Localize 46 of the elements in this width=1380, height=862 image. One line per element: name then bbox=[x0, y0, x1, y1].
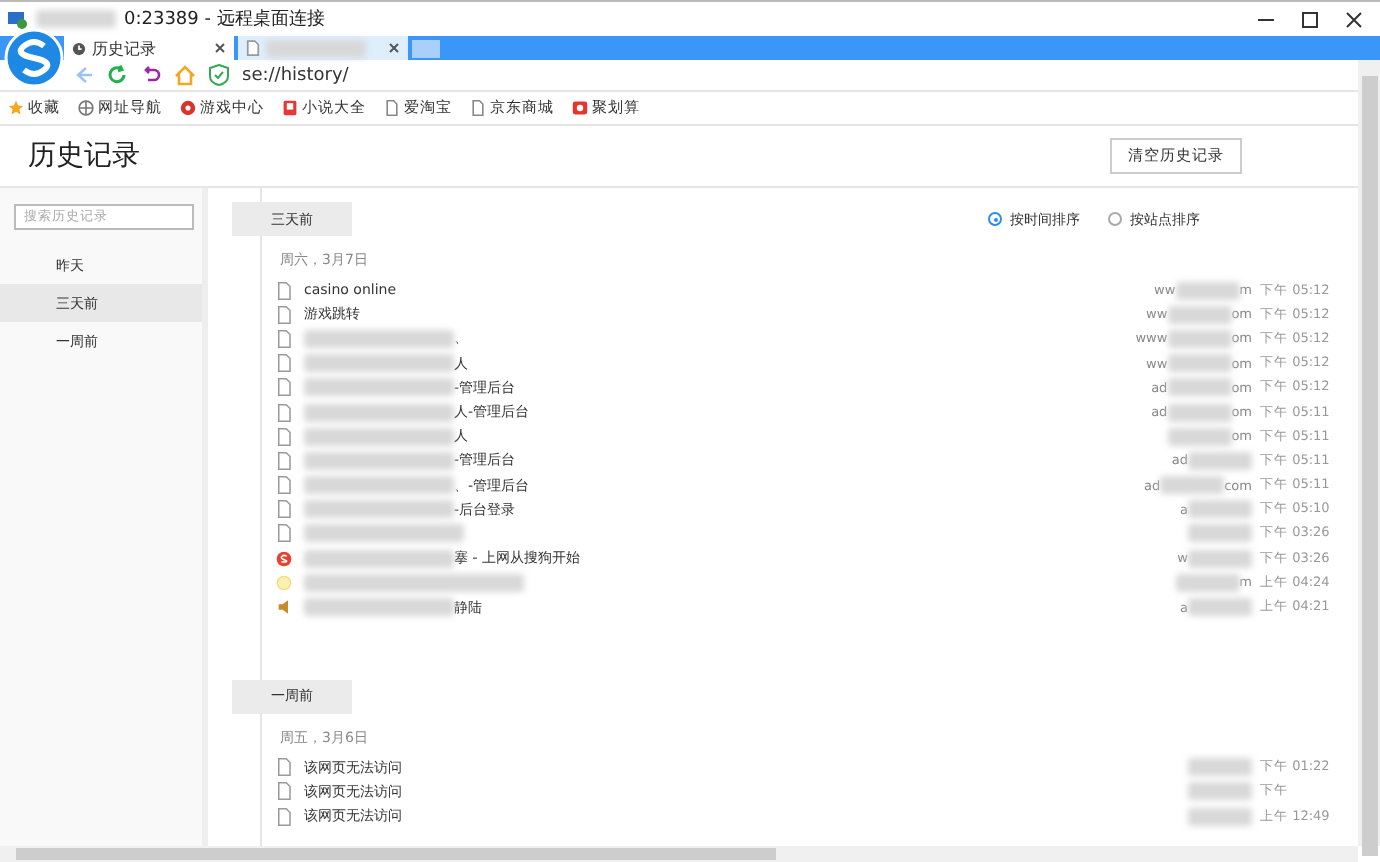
redacted-area bbox=[1188, 782, 1252, 801]
circle-icon bbox=[276, 573, 292, 592]
scrollbar-thumb[interactable] bbox=[1362, 76, 1378, 856]
browser-tab[interactable]: 历史记录 bbox=[64, 36, 234, 60]
redacted-area bbox=[1167, 329, 1232, 348]
redacted-area bbox=[1188, 549, 1252, 568]
redacted-area bbox=[1167, 427, 1232, 446]
page-icon bbox=[246, 40, 260, 56]
redacted-area bbox=[1188, 807, 1252, 826]
redacted-area bbox=[266, 39, 366, 57]
speaker-icon bbox=[276, 598, 292, 617]
book-icon bbox=[282, 100, 298, 116]
redacted-area bbox=[1188, 500, 1252, 519]
home-icon[interactable] bbox=[174, 64, 196, 86]
history-icon bbox=[72, 41, 86, 55]
redacted-area bbox=[1160, 476, 1225, 495]
game-icon bbox=[180, 100, 196, 116]
close-tab-icon[interactable] bbox=[214, 42, 226, 54]
redacted-area bbox=[36, 10, 116, 28]
redacted-area bbox=[1188, 451, 1252, 470]
close-tab-icon[interactable] bbox=[388, 42, 400, 54]
back-icon[interactable] bbox=[72, 64, 94, 86]
globe-icon bbox=[78, 100, 94, 116]
deal-icon bbox=[572, 100, 588, 116]
refresh-icon[interactable] bbox=[106, 64, 128, 86]
redacted-area bbox=[1175, 573, 1240, 592]
page-icon bbox=[384, 100, 400, 116]
shield-icon bbox=[208, 64, 230, 86]
page-title: 历史记录 bbox=[28, 138, 140, 174]
redacted-area bbox=[1188, 598, 1252, 617]
page-icon bbox=[470, 100, 486, 116]
sogou-logo-icon bbox=[276, 549, 292, 568]
redacted-area bbox=[1167, 354, 1232, 373]
star-icon bbox=[8, 100, 24, 116]
redacted-area bbox=[1167, 403, 1232, 422]
redacted-area bbox=[1188, 524, 1252, 543]
address-bar[interactable]: se://history/ bbox=[242, 65, 349, 85]
redacted-area bbox=[1167, 378, 1232, 397]
redacted-area bbox=[1175, 281, 1240, 300]
browser-tab[interactable] bbox=[238, 36, 408, 60]
window-title: 0:23389 - 远程桌面连接 bbox=[124, 7, 325, 32]
redacted-area bbox=[1167, 305, 1232, 324]
undo-icon[interactable] bbox=[140, 64, 162, 86]
remote-desktop-icon bbox=[8, 9, 28, 29]
scrollbar-thumb[interactable] bbox=[16, 848, 776, 860]
redacted-area bbox=[1188, 758, 1252, 777]
